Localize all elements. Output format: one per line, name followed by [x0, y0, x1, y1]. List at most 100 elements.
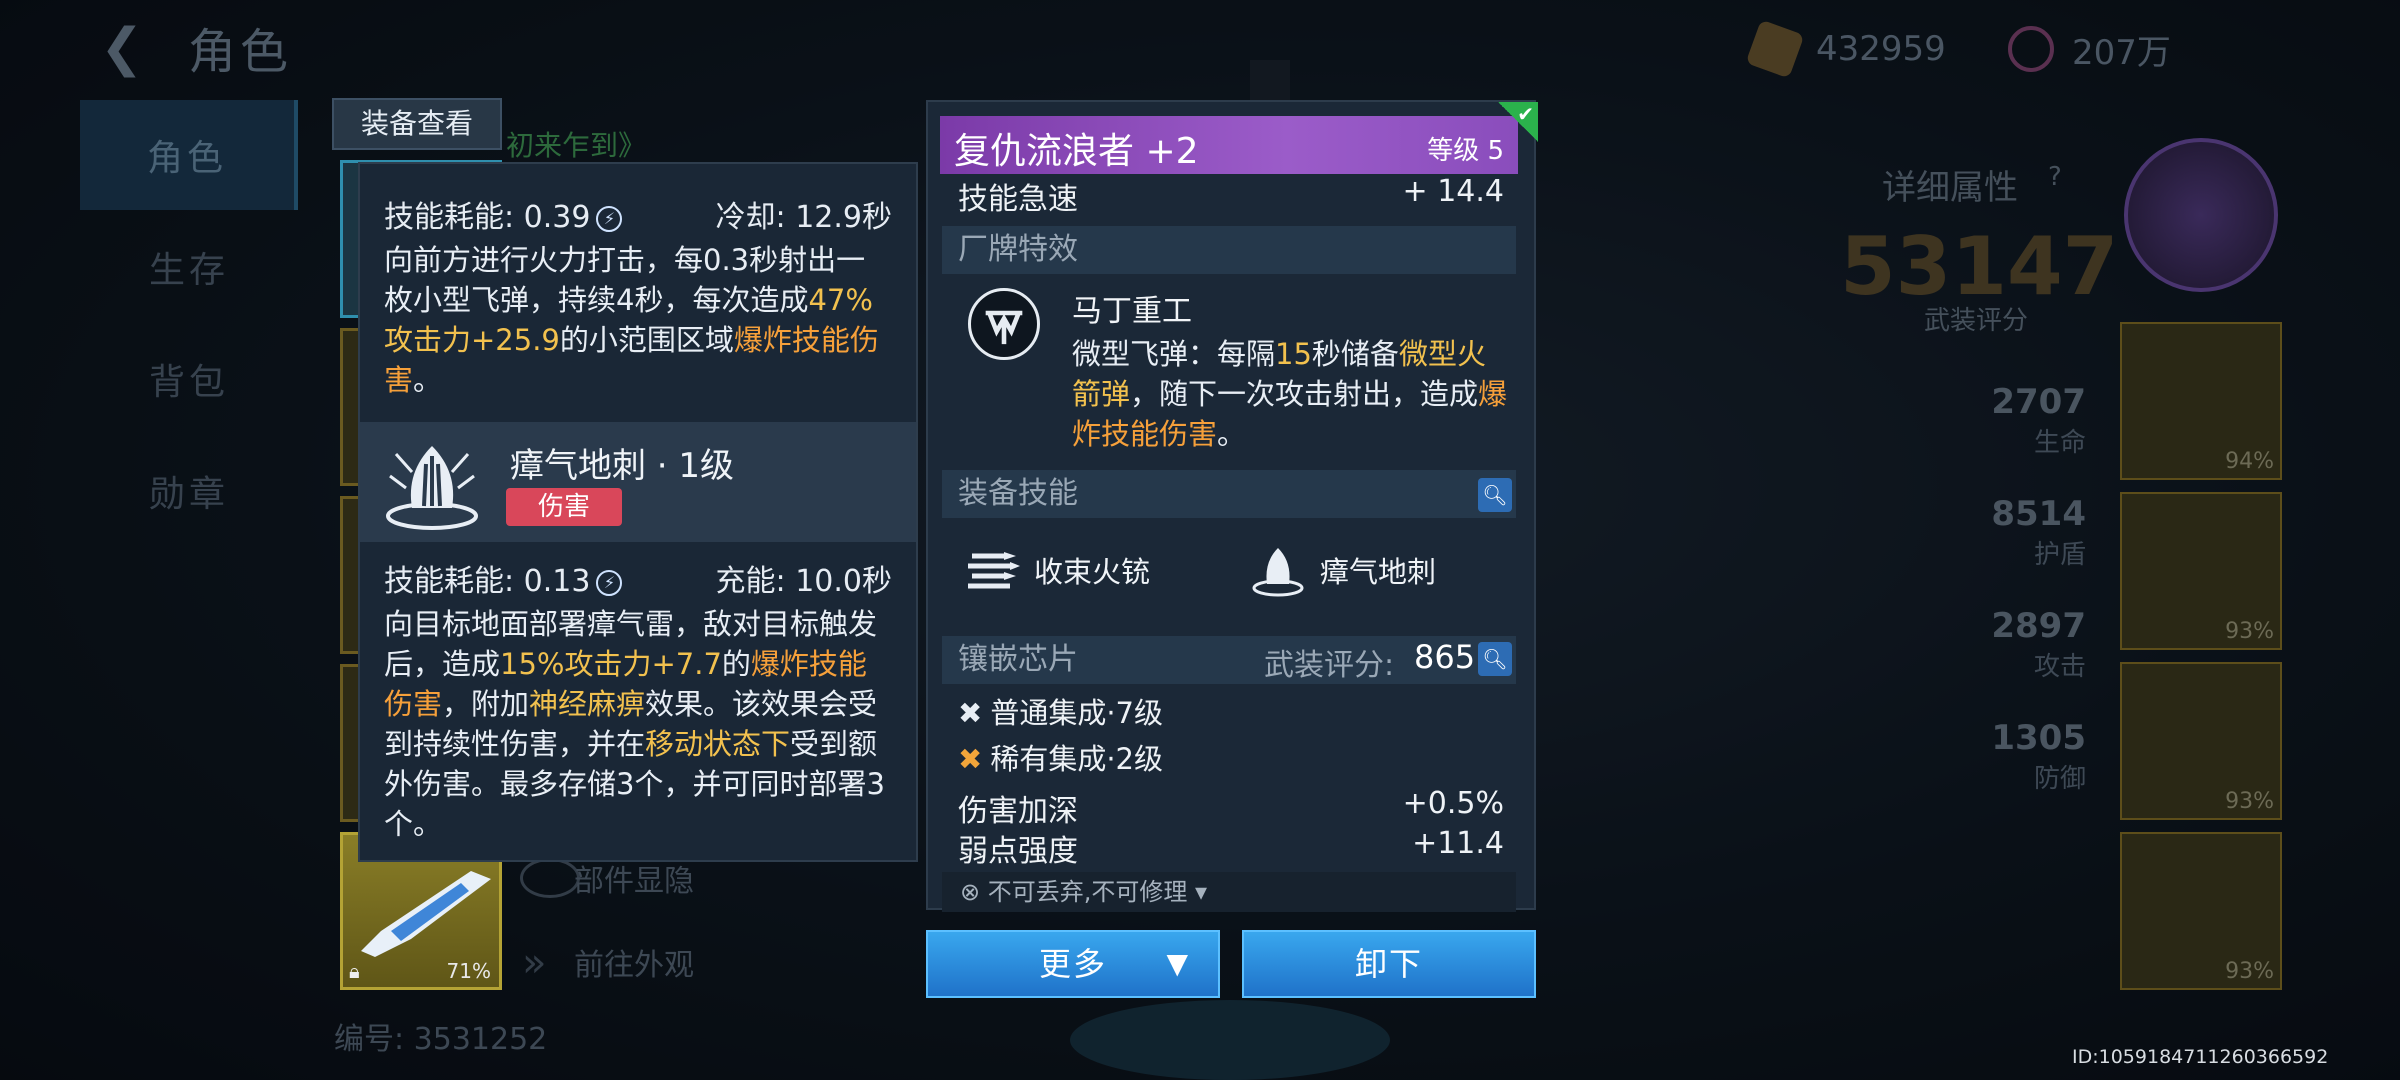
lock-icon: 🔒︎: [349, 959, 360, 983]
achievement-link[interactable]: 初来乍到》: [506, 124, 646, 164]
stat-value: 2707: [1991, 382, 2086, 422]
stat-label: 生命: [2033, 428, 2086, 458]
weakpoint-row: 弱点强度 +11.4: [958, 826, 1504, 870]
desc-text: 。: [413, 363, 443, 397]
stat-attack: 2897 攻击: [1976, 606, 2086, 683]
armor-score-value: 865: [1414, 638, 1476, 676]
chip-common-icon: ✖: [958, 696, 983, 730]
skill1-description: 向前方进行火力打击，每0.3秒射出一枚小型飞弹，持续4秒，每次造成47%攻击力+…: [384, 240, 894, 400]
unequip-button[interactable]: 卸下: [1242, 930, 1536, 998]
desc-highlight: 15%攻击力+7.7: [500, 647, 722, 681]
crystal-icon: [2008, 26, 2054, 72]
boots-slot[interactable]: 93%: [2120, 832, 2282, 990]
help-icon[interactable]: ?: [2048, 162, 2062, 192]
stat-hp: 2707 生命: [1976, 382, 2086, 459]
equip-skill-search-icon[interactable]: 🔍︎: [1478, 478, 1512, 512]
equip-skill-name: 瘴气地刺: [1320, 555, 1437, 589]
equip-skill-converge-gun[interactable]: 收束火铳: [964, 540, 1150, 600]
pants-slot[interactable]: 93%: [2120, 662, 2282, 820]
stat-label: 伤害加深: [958, 794, 1078, 829]
skill2-name: 瘴气地刺 · 1级: [510, 446, 735, 486]
desc-highlight: 移动状态下: [645, 727, 791, 761]
rifle-icon: [361, 871, 491, 957]
weapon-durability: 71%: [446, 959, 491, 983]
brand-section-header: 厂牌特效: [942, 226, 1516, 274]
stat-value: 1305: [1991, 718, 2086, 758]
helmet-slot[interactable]: 94%: [2120, 322, 2282, 480]
stat-value: 8514: [1991, 494, 2086, 534]
equip-skill-name: 收束火铳: [1034, 555, 1151, 589]
skill-haste-row: 技能急速 + 14.4: [958, 174, 1504, 218]
chevron-down-icon[interactable]: ▾: [1195, 878, 1207, 906]
missile-burst-icon: [968, 552, 1020, 589]
gold-amount: 432959: [1816, 29, 1946, 69]
energy-icon: ⚡: [596, 569, 623, 596]
dropdown-arrow-icon: ▼: [1166, 947, 1190, 980]
desc-text: 向前方进行火力打击，每0.3秒射出一枚小型飞弹，持续4秒，每次造成: [384, 243, 866, 317]
skill1-stats: 技能耗能: 0.39 ⚡ 冷却: 12.9秒: [384, 192, 892, 236]
tab-character[interactable]: 角色: [80, 100, 298, 210]
stat-value: 2897: [1991, 606, 2086, 646]
armor-score-label: 武装评分:: [1264, 648, 1395, 683]
stat-label: 护盾: [2033, 540, 2086, 570]
brand-name: 马丁重工: [1072, 294, 1192, 329]
gear-toggle-icon[interactable]: [520, 858, 580, 898]
damage-deepen-row: 伤害加深 +0.5%: [958, 786, 1504, 830]
tab-survival[interactable]: 生存: [80, 212, 298, 322]
skill1-cost: 技能耗能: 0.39: [384, 200, 591, 235]
desc-highlight: 神经麻痹: [529, 687, 646, 721]
skill2-description: 向目标地面部署瘴气雷，敌对目标触发后，造成15%攻击力+7.7的爆炸技能伤害，附…: [384, 604, 894, 844]
tab-medal[interactable]: 勋章: [80, 436, 298, 546]
chip-search-icon[interactable]: 🔍︎: [1478, 642, 1512, 676]
equip-skill-miasma-spike[interactable]: 瘴气地刺: [1250, 540, 1436, 600]
page-title: 角色: [188, 24, 293, 80]
tab-backpack[interactable]: 背包: [80, 324, 298, 434]
durability: 93%: [2225, 959, 2274, 984]
durability: 93%: [2225, 619, 2274, 644]
skill2-stats: 技能耗能: 0.13 ⚡ 充能: 10.0秒: [384, 556, 892, 600]
section-title: 装备技能: [958, 476, 1078, 511]
chip-rare[interactable]: ✖ 稀有集成·2级: [958, 736, 1163, 778]
brand-effect-text: 微型飞弹：每隔15秒储备微型火箭弹，随下一次攻击射出，造成爆炸技能伤害。: [1072, 334, 1512, 454]
desc-text: ，随下一次攻击射出，造成: [1130, 377, 1479, 411]
equip-skill-section-header: 装备技能: [942, 470, 1516, 518]
gold-icon: [1745, 19, 1805, 79]
equipment-name: 复仇流浪者 +2: [954, 131, 1199, 172]
detail-attributes-title: 详细属性: [1882, 168, 2018, 208]
serial-number: 编号: 3531252: [334, 1022, 548, 1057]
stat-value: +11.4: [1412, 826, 1504, 861]
stat-value: + 14.4: [1402, 174, 1504, 209]
armor-slot[interactable]: 93%: [2120, 492, 2282, 650]
desc-highlight: 15: [1275, 337, 1312, 371]
armor-total-label: 武装评分: [1924, 306, 2029, 336]
toggle-parts-label[interactable]: 部件显隐: [574, 856, 694, 900]
chip-rare-icon: ✖: [958, 742, 983, 776]
crystal-amount: 207万: [2072, 32, 2171, 73]
more-button[interactable]: 更多 ▼: [926, 930, 1220, 998]
skills-panel: 技能耗能: 0.39 ⚡ 冷却: 12.9秒 向前方进行火力打击，每0.3秒射出一…: [358, 162, 918, 862]
desc-text: 秒储备: [1311, 337, 1399, 371]
goto-look-label[interactable]: 前往外观: [574, 940, 694, 984]
chip-label: 稀有集成·2级: [990, 742, 1163, 776]
skill2-header: 瘴气地刺 · 1级 伤害: [360, 422, 916, 542]
chip-common[interactable]: ✖ 普通集成·7级: [958, 690, 1163, 732]
stat-value: +0.5%: [1402, 786, 1504, 821]
more-button-label: 更多: [1038, 945, 1107, 983]
stat-shield: 8514 护盾: [1976, 494, 2086, 571]
stat-label: 防御: [2033, 764, 2086, 794]
restriction-icon: ⊗: [960, 878, 981, 906]
crystal-currency[interactable]: 207万: [2008, 22, 2171, 76]
stat-label: 攻击: [2033, 652, 2086, 682]
back-arrow-icon[interactable]: ❮: [100, 18, 150, 78]
gold-currency[interactable]: 432959: [1745, 19, 1946, 79]
desc-text: ，附加: [442, 687, 530, 721]
stat-label: 弱点强度: [958, 834, 1078, 869]
rank-emblem-icon[interactable]: [2124, 138, 2278, 292]
no-discard-note: ⊗ 不可丢弃,不可修理 ▾: [942, 872, 1516, 912]
energy-icon: ⚡: [596, 205, 623, 232]
miasma-spike-icon: [1252, 548, 1304, 597]
restriction-text: 不可丢弃,不可修理: [987, 878, 1188, 906]
durability: 94%: [2225, 449, 2274, 474]
skill2-cost: 技能耗能: 0.13: [384, 564, 591, 599]
skill2-charge: 充能: 10.0秒: [715, 564, 892, 599]
